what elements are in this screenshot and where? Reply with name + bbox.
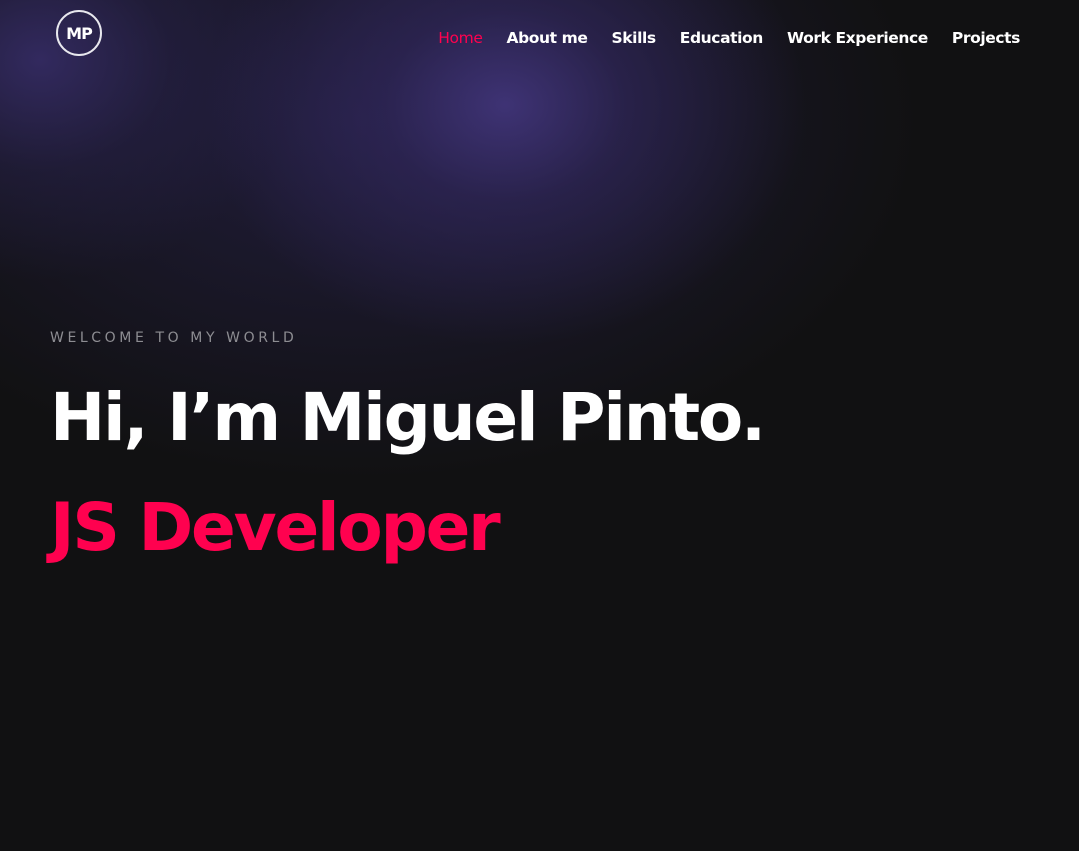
hero-greeting: Hi, I’m Miguel Pinto.: [50, 379, 766, 456]
logo[interactable]: MP: [56, 10, 102, 56]
nav-skills[interactable]: Skills: [612, 27, 657, 49]
site-header: MP Home About me Skills Education Work E…: [0, 0, 1079, 76]
nav-about-me[interactable]: About me: [506, 27, 587, 49]
logo-text: MP: [66, 23, 93, 43]
nav-work-experience[interactable]: Work Experience: [787, 27, 928, 49]
nav-projects[interactable]: Projects: [952, 27, 1021, 49]
nav-home[interactable]: Home: [438, 27, 483, 49]
hero-section: WELCOME TO MY WORLD Hi, I’m Miguel Pinto…: [50, 328, 766, 568]
main-nav: Home About me Skills Education Work Expe…: [414, 27, 1020, 49]
hero-role: JS Developer: [50, 489, 501, 566]
hero-tagline: WELCOME TO MY WORLD: [50, 330, 298, 346]
nav-education[interactable]: Education: [680, 27, 764, 49]
